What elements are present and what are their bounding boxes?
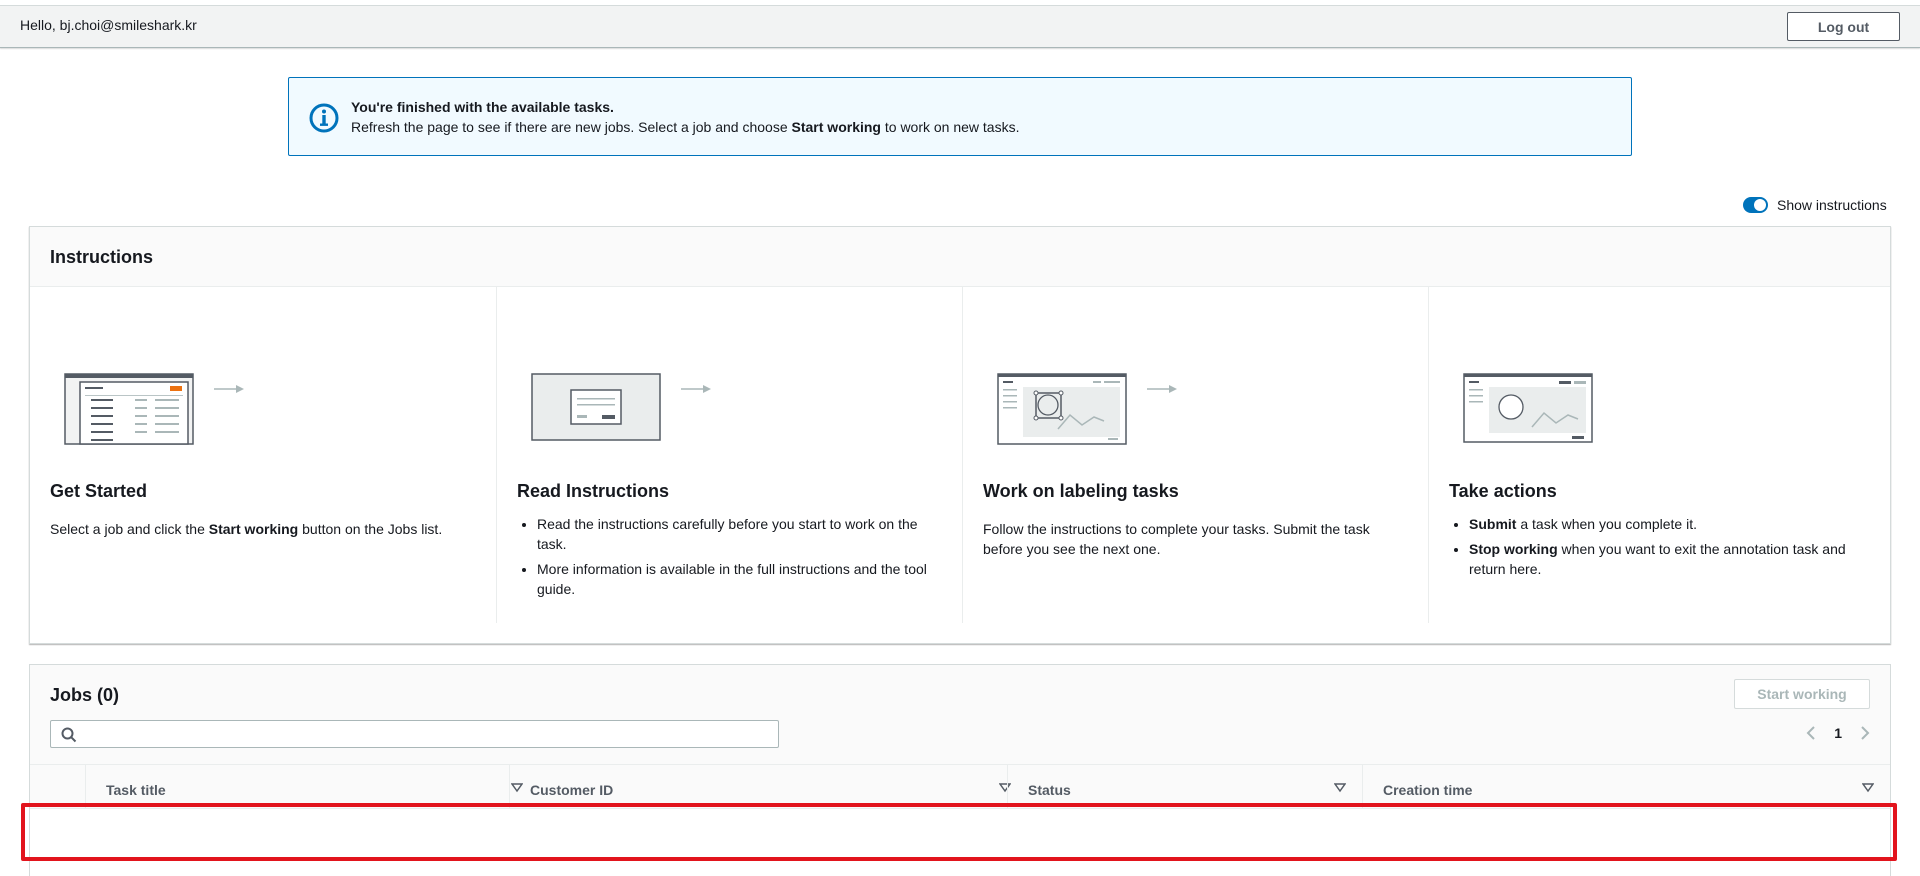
list-item: Stop working when you want to exit the a…	[1469, 539, 1874, 579]
toggle-label: Show instructions	[1777, 197, 1887, 213]
jobs-title: Jobs (0)	[50, 685, 120, 705]
labeling-tool-illustration	[997, 373, 1127, 445]
step-title: Take actions	[1449, 481, 1557, 501]
page-number[interactable]: 1	[1834, 725, 1842, 741]
search-icon	[61, 727, 77, 743]
search-input[interactable]	[83, 723, 773, 745]
start-working-button[interactable]: Start working	[1734, 679, 1870, 709]
list-item: More information is available in the ful…	[537, 559, 946, 599]
step-title: Read Instructions	[517, 481, 670, 501]
flash-title: You're finished with the available tasks…	[351, 99, 614, 115]
step-text: Select a job and click the Start working…	[50, 521, 443, 537]
instructions-panel: Instructions Get Started Select a job an…	[29, 226, 1891, 644]
info-flash: You're finished with the available tasks…	[288, 77, 1632, 156]
show-instructions-toggle[interactable]: Show instructions	[1743, 197, 1887, 213]
search-box[interactable]	[50, 720, 779, 748]
step-bullets: Submit a task when you complete it. Stop…	[1469, 514, 1874, 584]
step-read-instructions: Read Instructions Read the instructions …	[496, 287, 962, 623]
top-bar: Hello, bj.choi@smileshark.kr Log out	[0, 5, 1920, 48]
greeting: Hello, bj.choi@smileshark.kr	[20, 17, 197, 33]
submit-illustration	[1463, 373, 1593, 443]
flash-text: Refresh the page to see if there are new…	[351, 119, 1020, 135]
pagination: 1	[1806, 725, 1870, 741]
step-text: Follow the instructions to complete your…	[983, 521, 1370, 557]
chevron-left-icon[interactable]	[1806, 725, 1816, 741]
instructions-title: Instructions	[50, 247, 154, 267]
logout-button[interactable]: Log out	[1787, 12, 1900, 41]
step-take-actions: Take actions Submit a task when you comp…	[1428, 287, 1890, 623]
step-title: Work on labeling tasks	[983, 481, 1179, 501]
list-item: Read the instructions carefully before y…	[537, 514, 946, 554]
toggle-switch[interactable]	[1743, 197, 1768, 213]
list-item: Submit a task when you complete it.	[1469, 514, 1874, 534]
arrow-right-icon	[681, 385, 711, 393]
chevron-right-icon[interactable]	[1860, 725, 1870, 741]
instructions-header: Instructions	[30, 227, 1890, 287]
step-get-started: Get Started Select a job and click the S…	[30, 287, 496, 623]
step-title: Get Started	[50, 481, 148, 501]
jobs-list-illustration	[64, 373, 194, 445]
sort-icon[interactable]	[1334, 783, 1346, 793]
step-bullets: Read the instructions carefully before y…	[537, 514, 946, 604]
arrow-right-icon	[1147, 385, 1177, 393]
sort-icon[interactable]	[1862, 783, 1874, 793]
info-icon	[309, 103, 339, 133]
step-work-on-labeling: Work on labeling tasks Follow the instru…	[962, 287, 1428, 623]
highlight-box	[21, 803, 1897, 861]
instructions-illustration	[531, 373, 661, 441]
arrow-right-icon	[214, 385, 244, 393]
